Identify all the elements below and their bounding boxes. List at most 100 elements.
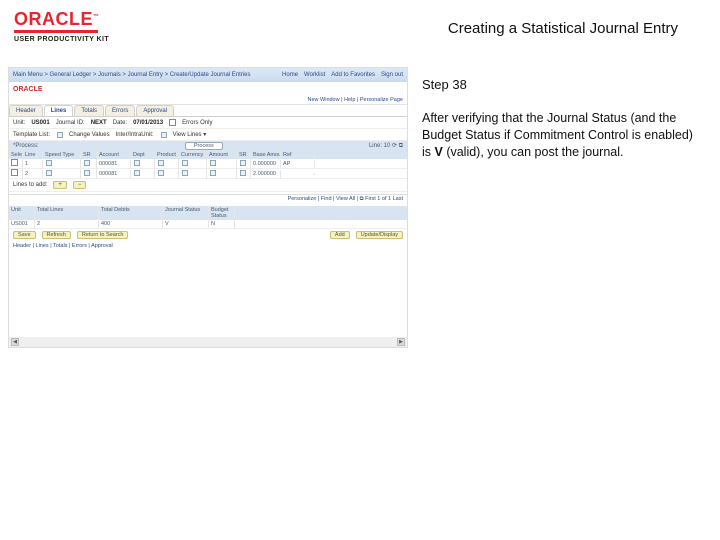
date-label: Date: xyxy=(113,120,127,126)
action-buttons-row: Save Refresh Return to Search Add Update… xyxy=(9,229,407,241)
update-button[interactable]: Update/Display xyxy=(356,231,403,239)
oracle-upk-logo: ORACLE™ USER PRODUCTIVITY KIT xyxy=(14,10,109,43)
lines-grid: Select Line Speed Type SR Account Dept P… xyxy=(9,151,407,179)
lookup-icon[interactable] xyxy=(46,170,52,176)
bottom-tab-links[interactable]: Header | Lines | Totals | Errors | Appro… xyxy=(9,241,407,251)
lookup-icon[interactable] xyxy=(84,160,90,166)
lookup-icon[interactable] xyxy=(57,132,63,138)
lines-add-label: Lines to add: xyxy=(13,182,47,188)
lookup-icon[interactable] xyxy=(240,160,246,166)
col-account: Account xyxy=(97,151,131,159)
form-row-2: Template List: Change Values Inter/Intra… xyxy=(9,129,407,141)
journalid-value: NEXT xyxy=(91,120,107,126)
step-body-post: (valid), you can post the journal. xyxy=(443,145,624,159)
tab-totals[interactable]: Totals xyxy=(74,105,104,116)
tval-jstatus: V xyxy=(163,220,209,228)
nav-signout[interactable]: Sign out xyxy=(381,72,403,78)
tval-lines: 2 xyxy=(35,220,99,228)
app-tabs: Header Lines Totals Errors Approval xyxy=(9,105,407,117)
lookup-icon[interactable] xyxy=(134,170,140,176)
cell-line: 2 xyxy=(23,170,43,178)
app-screenshot: Main Menu > General Ledger > Journals > … xyxy=(8,67,408,348)
errors-only-checkbox[interactable] xyxy=(169,119,176,126)
tab-header[interactable]: Header xyxy=(9,105,43,116)
nav-home[interactable]: Home xyxy=(282,72,298,78)
form-row-1: Unit: US001 Journal ID: NEXT Date: 07/01… xyxy=(9,117,407,129)
tab-lines[interactable]: Lines xyxy=(44,105,74,116)
lookup-icon[interactable] xyxy=(210,170,216,176)
save-button[interactable]: Save xyxy=(13,231,36,239)
tcol-unit: Unit xyxy=(9,206,35,220)
cell-base: 2.000000 xyxy=(251,170,281,178)
process-label: *Process: xyxy=(13,143,39,149)
interunit-label: Inter/IntraUnit: xyxy=(116,132,154,138)
tab-approval[interactable]: Approval xyxy=(136,105,174,116)
lookup-icon[interactable] xyxy=(240,170,246,176)
change-values-label[interactable]: Change Values xyxy=(69,132,110,138)
col-base: Base Amount xyxy=(251,151,281,159)
nav-addfav[interactable]: Add to Favorites xyxy=(331,72,375,78)
refresh-button[interactable]: Refresh xyxy=(42,231,71,239)
tcol-jstatus: Journal Status xyxy=(163,206,209,220)
lookup-icon[interactable] xyxy=(158,160,164,166)
lines-add-plus[interactable]: + xyxy=(53,181,67,189)
lines-add-minus[interactable]: − xyxy=(73,181,87,189)
brand-name: ORACLE xyxy=(14,9,93,29)
app-brand: ORACLE xyxy=(13,86,43,93)
cell-account[interactable]: 000081 xyxy=(97,160,131,168)
process-button[interactable]: Process xyxy=(185,142,223,150)
totals-header: Unit Total Lines Total Debits Journal St… xyxy=(9,206,407,220)
errors-only-label: Errors Only xyxy=(182,120,212,126)
template-list-label: Template List: xyxy=(13,132,50,138)
app-topbar: Main Menu > General Ledger > Journals > … xyxy=(9,68,407,82)
scroll-right-icon[interactable]: ▶ xyxy=(397,338,405,346)
grid-row[interactable]: 2 000081 2.000000 xyxy=(9,169,407,179)
step-body: After verifying that the Journal Status … xyxy=(422,110,700,161)
unit-value: US001 xyxy=(31,120,49,126)
grid-row[interactable]: 1 000081 0.000000 AP xyxy=(9,159,407,169)
tval-unit: US001 xyxy=(9,220,35,228)
totals-nav[interactable]: Personalize | Find | View All | ⧉ First … xyxy=(9,195,407,204)
tcol-lines: Total Lines xyxy=(35,206,99,220)
lookup-icon[interactable] xyxy=(182,160,188,166)
process-bar: *Process: Process Line: 10 ⟳ ⧉ xyxy=(9,141,407,151)
tab-errors[interactable]: Errors xyxy=(105,105,135,116)
lookup-icon[interactable] xyxy=(210,160,216,166)
lookup-icon[interactable] xyxy=(182,170,188,176)
tval-bstatus: N xyxy=(209,220,235,228)
col-line: Line xyxy=(23,151,43,159)
app-utility-links[interactable]: New Window | Help | Personalize Page xyxy=(9,96,407,105)
scroll-left-icon[interactable]: ◀ xyxy=(11,338,19,346)
tval-debits: 400 xyxy=(99,220,163,228)
lines-add-row: Lines to add: + − xyxy=(9,179,407,192)
nav-worklist[interactable]: Worklist xyxy=(304,72,325,78)
journalid-label: Journal ID: xyxy=(56,120,85,126)
add-button[interactable]: Add xyxy=(330,231,350,239)
page-title: Creating a Statistical Journal Entry xyxy=(448,20,678,37)
lookup-icon[interactable] xyxy=(134,160,140,166)
unit-label: Unit: xyxy=(13,120,25,126)
grid-tools-icons[interactable]: ⟳ ⧉ xyxy=(392,143,403,149)
lookup-icon[interactable] xyxy=(158,170,164,176)
return-button[interactable]: Return to Search xyxy=(77,231,129,239)
app-brandbar: ORACLE xyxy=(9,82,407,96)
row-select-checkbox[interactable] xyxy=(11,159,18,166)
totals-row: US001 2 400 V N xyxy=(9,220,407,229)
tcol-debits: Total Debits xyxy=(99,206,163,220)
horizontal-scrollbar[interactable]: ◀ ▶ xyxy=(9,337,407,347)
row-select-checkbox[interactable] xyxy=(11,169,18,176)
cell-base: 0.000000 xyxy=(251,160,281,168)
brand-product: USER PRODUCTIVITY KIT xyxy=(14,36,109,43)
date-value: 07/01/2013 xyxy=(133,120,163,126)
tcol-bstatus: Budget Status xyxy=(209,206,235,220)
step-body-bold: V xyxy=(435,145,443,159)
lookup-icon[interactable] xyxy=(161,132,167,138)
step-label: Step 38 xyxy=(422,77,700,92)
cell-account[interactable]: 000081 xyxy=(97,170,131,178)
lookup-icon[interactable] xyxy=(84,170,90,176)
brand-tm: ™ xyxy=(93,14,100,20)
view-lines-select[interactable]: View Lines ▾ xyxy=(173,131,207,138)
breadcrumb[interactable]: Main Menu > General Ledger > Journals > … xyxy=(13,72,250,78)
lookup-icon[interactable] xyxy=(46,160,52,166)
cell-ref xyxy=(281,173,315,175)
